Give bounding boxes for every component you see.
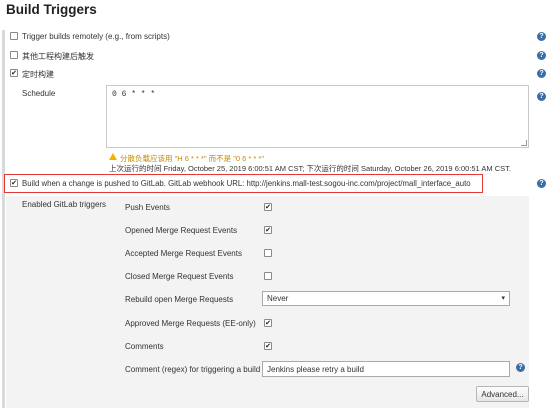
periodic-build-checkbox[interactable]: ✔	[10, 69, 18, 77]
help-icon[interactable]: ?	[537, 32, 546, 41]
gitlab-trigger-checkbox[interactable]: ✔	[10, 179, 18, 187]
trigger-remote-label: Trigger builds remotely (e.g., from scri…	[22, 32, 170, 41]
approved-mr-checkbox[interactable]: ✔	[264, 319, 272, 327]
comment-regex-label: Comment (regex) for triggering a build	[125, 365, 261, 374]
resize-handle[interactable]	[521, 140, 527, 146]
trigger-remote-checkbox[interactable]	[10, 32, 18, 40]
rebuild-mr-label: Rebuild open Merge Requests	[125, 295, 234, 304]
accepted-mr-checkbox[interactable]	[264, 249, 272, 257]
build-after-others-checkbox[interactable]	[10, 51, 18, 59]
build-after-others-label: 其他工程构建后触发	[22, 52, 94, 61]
schedule-value: 0 6 * * *	[112, 90, 156, 99]
enabled-gitlab-triggers-label: Enabled GitLab triggers	[22, 200, 107, 209]
approved-mr-label: Approved Merge Requests (EE-only)	[125, 319, 256, 328]
help-icon[interactable]: ?	[537, 69, 546, 78]
help-icon[interactable]: ?	[537, 92, 546, 101]
periodic-build-label: 定时构建	[22, 70, 54, 79]
push-events-label: Push Events	[125, 203, 170, 212]
help-icon[interactable]: ?	[537, 179, 546, 188]
schedule-label: Schedule	[22, 89, 56, 98]
section-title: Build Triggers	[6, 2, 97, 17]
closed-mr-label: Closed Merge Request Events	[125, 272, 234, 281]
opened-mr-label: Opened Merge Request Events	[125, 226, 238, 235]
rebuild-mr-value: Never	[267, 294, 289, 303]
warning-icon	[109, 153, 117, 160]
opened-mr-checkbox[interactable]: ✔	[264, 226, 272, 234]
closed-mr-checkbox[interactable]	[264, 272, 272, 280]
advanced-button[interactable]: Advanced...	[476, 386, 529, 402]
accepted-mr-label: Accepted Merge Request Events	[125, 249, 242, 258]
gitlab-trigger-label: Build when a change is pushed to GitLab.…	[22, 179, 471, 188]
schedule-run-info: 上次运行的时间 Friday, October 25, 2019 6:00:51…	[109, 164, 511, 173]
rebuild-mr-select[interactable]: Never ▾	[262, 291, 510, 306]
help-icon[interactable]: ?	[516, 363, 525, 372]
schedule-textarea[interactable]: 0 6 * * *	[106, 85, 529, 148]
comments-label: Comments	[125, 342, 164, 351]
chevron-down-icon: ▾	[501, 295, 505, 302]
push-events-checkbox[interactable]: ✔	[264, 203, 272, 211]
help-icon[interactable]: ?	[537, 51, 546, 60]
section-divider	[2, 30, 5, 408]
comment-regex-input[interactable]: Jenkins please retry a build	[262, 361, 510, 377]
comments-checkbox[interactable]: ✔	[264, 342, 272, 350]
